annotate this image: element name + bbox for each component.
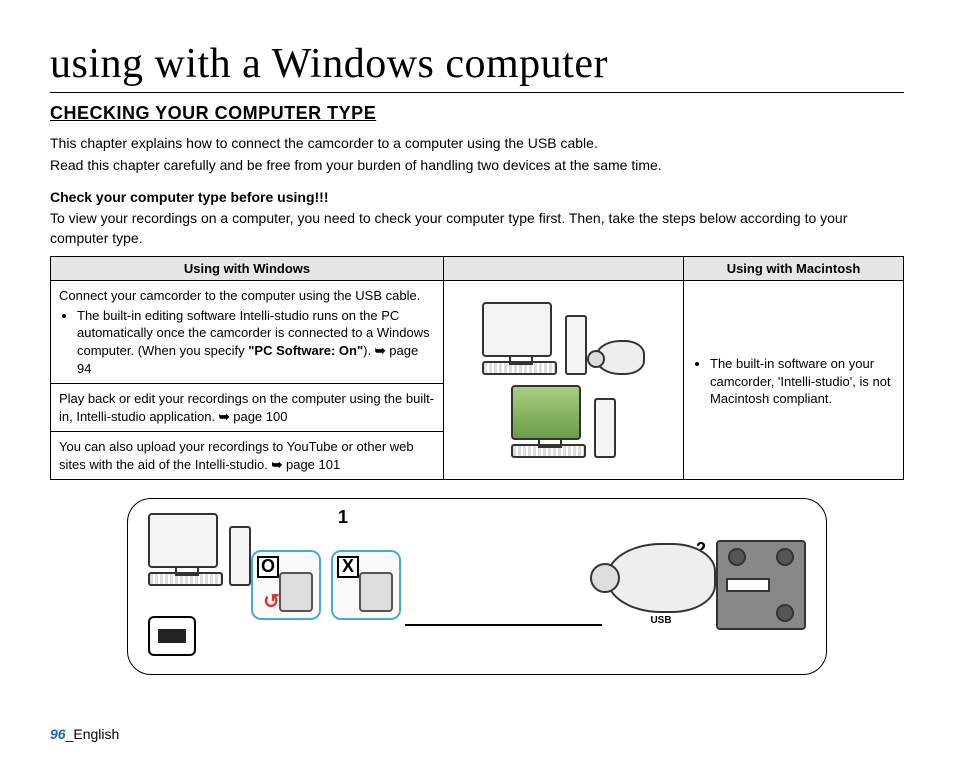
diagram-camcorder-side: USB <box>606 543 716 626</box>
camcorder-large-icon <box>606 543 716 613</box>
page-title: using with a Windows computer <box>50 40 904 93</box>
intro-line-1: This chapter explains how to connect the… <box>50 134 904 154</box>
cable-line <box>405 624 602 626</box>
inset-wrong: X <box>331 550 401 620</box>
page-ref-arrow-icon: ➥ <box>271 457 282 472</box>
page-number: 96 <box>50 726 66 742</box>
table-header-windows: Using with Windows <box>51 257 444 281</box>
inset-o-label: O <box>257 556 279 578</box>
mac-bullet: The built-in software on your camcorder,… <box>710 355 895 408</box>
win3-ref: page 101 <box>286 457 340 472</box>
section-heading: CHECKING YOUR COMPUTER TYPE <box>50 103 904 124</box>
win1-intro: Connect your camcorder to the computer u… <box>59 288 420 303</box>
win1-bullet-bold: "PC Software: On" <box>248 343 363 358</box>
usb-label: USB <box>606 615 716 626</box>
step-label-1: 1 <box>338 507 348 528</box>
usb-slot-icon <box>726 578 770 592</box>
monitor-icon <box>482 302 552 357</box>
table-illustration <box>452 302 675 458</box>
page-ref-arrow-icon: ➥ <box>375 343 386 358</box>
monitor-playback-icon <box>511 385 581 440</box>
windows-cell-3: You can also upload your recordings to Y… <box>51 432 444 480</box>
table-header-macintosh: Using with Macintosh <box>684 257 904 281</box>
pc-tower-icon <box>565 315 587 375</box>
pc-tower-icon <box>594 398 616 458</box>
camcorder-port-panel-icon <box>716 540 806 630</box>
macintosh-cell: The built-in software on your camcorder,… <box>684 281 904 480</box>
check-text: To view your recordings on a computer, y… <box>50 209 904 248</box>
inset-x-label: X <box>337 556 359 578</box>
page-footer: 96_English <box>50 726 119 742</box>
win1-bullet-tail: ). <box>363 343 375 358</box>
windows-cell-2: Play back or edit your recordings on the… <box>51 384 444 432</box>
usb-tip-icon <box>279 572 313 612</box>
camcorder-icon <box>595 340 645 375</box>
usb-plug-icon <box>148 616 196 656</box>
table-image-cell <box>444 281 684 480</box>
page-ref-arrow-icon: ➥ <box>219 409 230 424</box>
usb-tip-icon <box>359 572 393 612</box>
win3-text: You can also upload your recordings to Y… <box>59 439 414 472</box>
win2-ref: page 100 <box>233 409 287 424</box>
connection-diagram: 1 2 O ↺ X <box>127 498 827 675</box>
comparison-table: Using with Windows Using with Macintosh … <box>50 256 904 480</box>
inset-correct: O ↺ <box>251 550 321 620</box>
page-language: _English <box>66 726 120 742</box>
intro-block: This chapter explains how to connect the… <box>50 134 904 175</box>
table-header-image <box>444 257 684 281</box>
monitor-icon <box>148 513 218 568</box>
diagram-computer <box>148 513 251 656</box>
usb-orientation-insets: O ↺ X <box>251 550 401 620</box>
rotate-arrow-icon: ↺ <box>263 589 280 614</box>
intro-line-2: Read this chapter carefully and be free … <box>50 156 904 176</box>
pc-tower-icon <box>229 526 251 586</box>
win1-bullet: The built-in editing software Intelli-st… <box>77 307 435 377</box>
check-heading: Check your computer type before using!!! <box>50 189 904 205</box>
windows-cell-1: Connect your camcorder to the computer u… <box>51 281 444 384</box>
